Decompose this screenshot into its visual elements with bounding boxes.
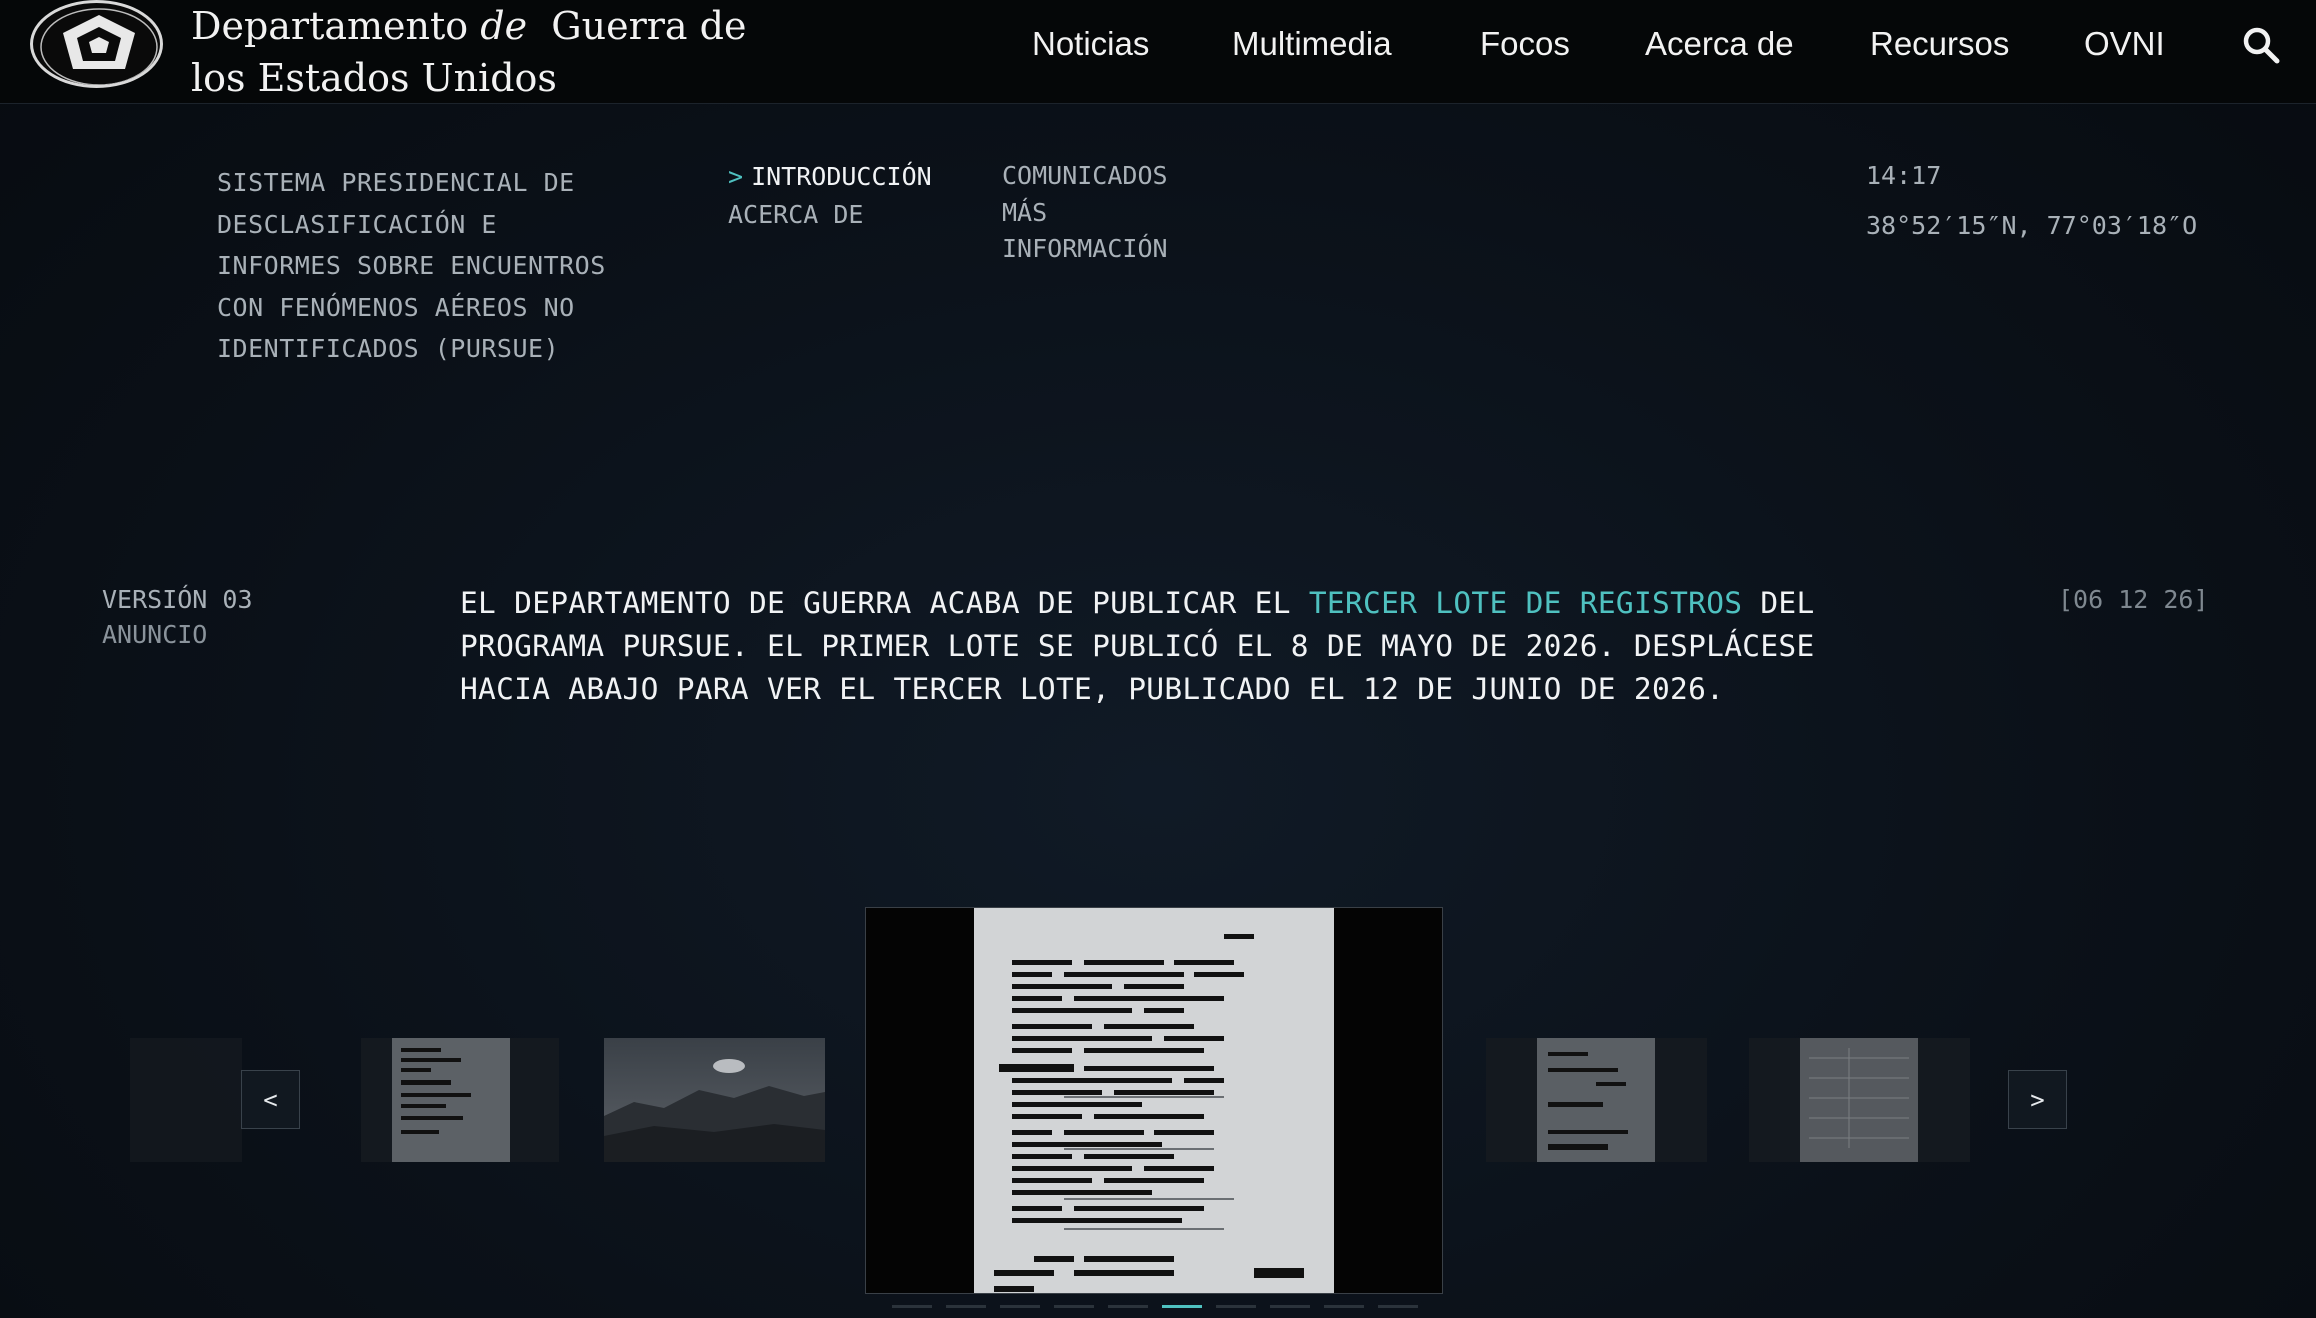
search-icon[interactable]: [2241, 25, 2281, 65]
nav-item-ovni[interactable]: OVNI: [2084, 25, 2165, 63]
active-marker: >: [728, 162, 744, 191]
coordinates-readout: 38°52′15″N, 77°03′18″O: [1866, 211, 2198, 240]
carousel-thumbnail[interactable]: [1486, 1038, 1707, 1162]
announcement-line1-post: DEL: [1760, 586, 1815, 620]
menu-item-label: INTRODUCCIÓN: [751, 162, 932, 191]
system-title-line: SISTEMA PRESIDENCIAL DE: [217, 168, 575, 197]
carousel-thumbnail[interactable]: [604, 1038, 825, 1162]
carousel-dot[interactable]: [892, 1305, 932, 1308]
system-title-line: IDENTIFICADOS (PURSUE): [217, 334, 560, 363]
carousel-main-slide[interactable]: [865, 907, 1443, 1294]
menu-item-label: INFORMACIÓN: [1002, 234, 1168, 263]
announcement-label: ANUNCIO: [102, 620, 208, 649]
carousel-dot[interactable]: [1216, 1305, 1256, 1308]
carousel-next-button[interactable]: >: [2008, 1070, 2067, 1129]
carousel-thumbnail[interactable]: [1749, 1038, 1970, 1162]
menu-item-introduccion[interactable]: > INTRODUCCIÓN: [728, 158, 932, 196]
system-title-line: INFORMES SOBRE ENCUENTROS: [217, 251, 606, 280]
nav-item-multimedia[interactable]: Multimedia: [1232, 25, 1392, 63]
menu-item-label: MÁS: [1002, 197, 1048, 227]
announcement-line3: HACIA ABAJO PARA VER EL TERCER LOTE, PUB…: [460, 672, 1725, 706]
carousel-dot[interactable]: [1270, 1305, 1310, 1308]
version-label: VERSIÓN 03 ANUNCIO: [102, 582, 253, 652]
brand-text-italic: de: [480, 4, 528, 48]
announcement-line1-pre: EL DEPARTAMENTO DE GUERRA ACABA DE PUBLI…: [460, 586, 1291, 620]
carousel-thumbnail[interactable]: [361, 1038, 559, 1162]
carousel-dot[interactable]: [1162, 1305, 1202, 1308]
carousel-pagination: [892, 1305, 1422, 1308]
brand-text-post: Guerra de: [551, 4, 747, 48]
system-title-line: DESCLASIFICACIÓN E: [217, 209, 497, 239]
menu-item-mas-informacion[interactable]: MÁS INFORMACIÓN: [1002, 195, 1168, 268]
announcement-line2: PROGRAMA PURSUE. EL PRIMER LOTE SE PUBLI…: [460, 629, 1815, 663]
carousel-prev-button[interactable]: <: [241, 1070, 300, 1129]
menu-item-acerca-de[interactable]: ACERCA DE: [728, 196, 932, 234]
carousel-dot[interactable]: [1378, 1305, 1418, 1308]
department-wordmark[interactable]: Departamento de Guerra de los Estados Un…: [191, 0, 746, 104]
document-preview-image: [974, 908, 1334, 1293]
nav-item-focos[interactable]: Focos: [1480, 25, 1570, 63]
department-seal-logo[interactable]: [30, 0, 163, 88]
carousel-dot[interactable]: [1108, 1305, 1148, 1308]
system-title-line: CON FENÓMENOS AÉREOS NO: [217, 292, 575, 322]
announcement-text: EL DEPARTAMENTO DE GUERRA ACABA DE PUBLI…: [460, 582, 1815, 711]
nav-item-noticias[interactable]: Noticias: [1032, 25, 1149, 63]
carousel-dot[interactable]: [1000, 1305, 1040, 1308]
version-number: VERSIÓN 03: [102, 585, 253, 614]
brand-text-line2: los Estados Unidos: [191, 56, 557, 100]
brand-text-pre: Departamento: [191, 4, 469, 48]
clock-readout: 14:17: [1866, 161, 1942, 190]
section-menu-secondary: COMUNICADOS MÁS INFORMACIÓN: [1002, 158, 1168, 268]
nav-item-acerca-de[interactable]: Acerca de: [1645, 25, 1794, 63]
carousel-dot[interactable]: [1324, 1305, 1364, 1308]
carousel-dot[interactable]: [1054, 1305, 1094, 1308]
section-menu-primary: > INTRODUCCIÓN ACERCA DE: [728, 158, 932, 234]
nav-item-recursos[interactable]: Recursos: [1870, 25, 2009, 63]
top-navigation-bar: Departamento de Guerra de los Estados Un…: [0, 0, 2316, 104]
carousel-dot[interactable]: [946, 1305, 986, 1308]
system-title: SISTEMA PRESIDENCIAL DE DESCLASIFICACIÓN…: [217, 162, 637, 370]
release-date-tag: [06 12 26]: [2058, 585, 2209, 614]
third-batch-link[interactable]: TERCER LOTE DE REGISTROS: [1309, 586, 1742, 620]
menu-item-comunicados[interactable]: COMUNICADOS: [1002, 158, 1168, 195]
carousel-thumbnail[interactable]: [130, 1038, 242, 1162]
